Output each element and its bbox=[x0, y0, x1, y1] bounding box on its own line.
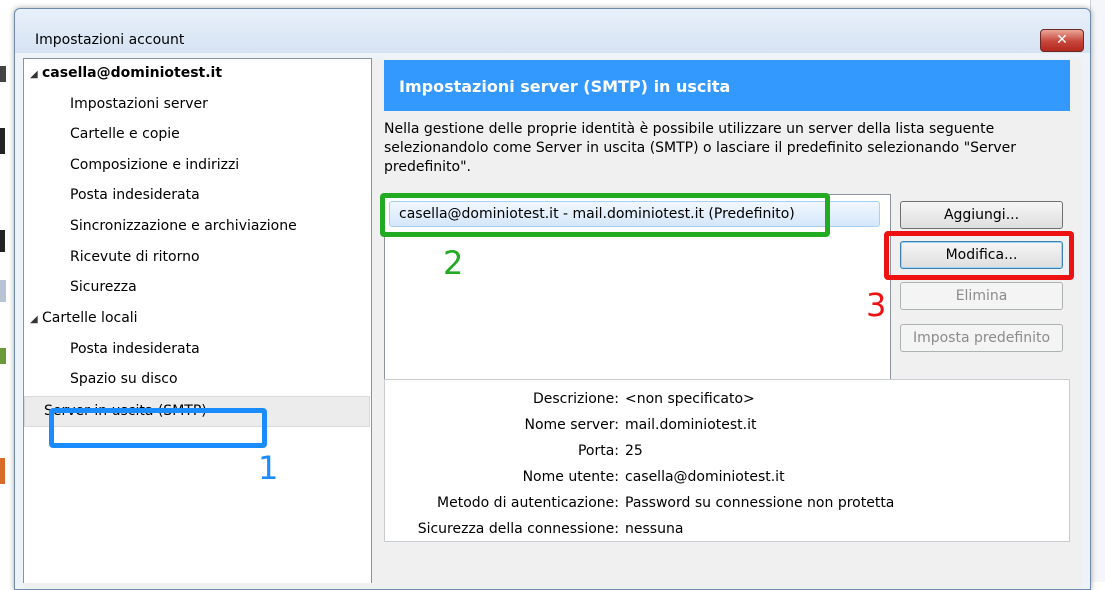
tree-account-node[interactable]: ◢ casella@dominiotest.it bbox=[30, 59, 222, 87]
background-fragment bbox=[0, 230, 5, 252]
detail-label: Descrizione: bbox=[532, 391, 619, 407]
detail-row-port: Porta: 25 bbox=[385, 438, 1071, 464]
add-button[interactable]: Aggiungi... bbox=[900, 201, 1063, 229]
annotation-box-1 bbox=[49, 408, 267, 448]
delete-button-label: Elimina bbox=[955, 288, 1008, 304]
detail-value: Password su connessione non protetta bbox=[625, 495, 895, 511]
tree-item-label: Ricevute di ritorno bbox=[70, 249, 200, 265]
detail-row-connection-security: Sicurezza della connessione: nessuna bbox=[385, 516, 1071, 542]
close-button[interactable]: ✕ bbox=[1040, 29, 1084, 52]
detail-value: 25 bbox=[625, 443, 643, 459]
tree-item-sync[interactable]: Sincronizzazione e archiviazione bbox=[70, 212, 297, 240]
title-bar: Impostazioni account ✕ bbox=[15, 9, 1090, 53]
background-fragment bbox=[0, 280, 6, 302]
tree-item-label: Composizione e indirizzi bbox=[70, 157, 240, 173]
expanded-arrow-icon[interactable]: ◢ bbox=[30, 61, 42, 89]
detail-value: casella@dominiotest.it bbox=[625, 469, 785, 485]
smtp-settings-panel: Impostazioni server (SMTP) in uscita Nel… bbox=[384, 60, 1077, 582]
tree-item-local-junk[interactable]: Posta indesiderata bbox=[70, 335, 200, 363]
set-default-button-label: Imposta predefinito bbox=[912, 330, 1051, 346]
tree-item-security[interactable]: Sicurezza bbox=[70, 273, 137, 301]
tree-item-label: Posta indesiderata bbox=[70, 187, 200, 203]
tree-item-composition[interactable]: Composizione e indirizzi bbox=[70, 151, 239, 179]
tree-item-label: Cartelle e copie bbox=[70, 126, 180, 142]
delete-button[interactable]: Elimina bbox=[900, 282, 1063, 310]
annotation-box-3 bbox=[884, 231, 1074, 280]
expanded-arrow-icon[interactable]: ◢ bbox=[30, 306, 42, 334]
account-tree[interactable]: ◢ casella@dominiotest.it Impostazioni ser… bbox=[23, 58, 372, 583]
tree-item-label: Sicurezza bbox=[70, 279, 137, 295]
tree-local-folders-node[interactable]: ◢ Cartelle locali bbox=[30, 304, 138, 332]
detail-value: nessuna bbox=[625, 521, 684, 537]
detail-label: Nome utente: bbox=[522, 469, 619, 485]
set-default-button[interactable]: Imposta predefinito bbox=[900, 324, 1063, 352]
add-button-label: Aggiungi... bbox=[943, 207, 1020, 223]
background-app-right bbox=[1090, 0, 1105, 582]
tree-item-label: Spazio su disco bbox=[70, 371, 178, 387]
tree-item-receipts[interactable]: Ricevute di ritorno bbox=[70, 243, 200, 271]
detail-row-username: Nome utente: casella@dominiotest.it bbox=[385, 464, 1071, 490]
tree-item-label: Impostazioni server bbox=[70, 96, 208, 112]
detail-value: <non specificato> bbox=[625, 391, 755, 407]
tree-account-label: casella@dominiotest.it bbox=[42, 65, 223, 81]
detail-value: mail.dominiotest.it bbox=[625, 417, 757, 433]
background-fragment bbox=[0, 128, 5, 154]
annotation-number-3: 3 bbox=[866, 286, 887, 324]
tree-item-label: Posta indesiderata bbox=[70, 341, 200, 357]
tree-item-disk-space[interactable]: Spazio su disco bbox=[70, 365, 178, 393]
annotation-number-1: 1 bbox=[258, 449, 279, 487]
panel-description: Nella gestione delle proprie identità è … bbox=[384, 121, 1017, 175]
detail-label: Nome server: bbox=[524, 417, 619, 433]
background-fragment bbox=[0, 348, 6, 364]
annotation-box-2 bbox=[380, 193, 830, 237]
tree-local-label: Cartelle locali bbox=[42, 310, 138, 326]
detail-row-description: Descrizione: <non specificato> bbox=[385, 386, 1071, 412]
server-details: Descrizione: <non specificato> Nome serv… bbox=[384, 379, 1070, 542]
close-icon: ✕ bbox=[1056, 32, 1068, 48]
annotation-number-2: 2 bbox=[443, 244, 464, 282]
detail-row-server-name: Nome server: mail.dominiotest.it bbox=[385, 412, 1071, 438]
detail-label: Sicurezza della connessione: bbox=[417, 521, 619, 537]
detail-label: Porta: bbox=[577, 443, 619, 459]
tree-item-junk[interactable]: Posta indesiderata bbox=[70, 181, 200, 209]
panel-header: Impostazioni server (SMTP) in uscita bbox=[384, 60, 1070, 111]
background-fragment bbox=[0, 458, 5, 484]
tree-item-folders-copies[interactable]: Cartelle e copie bbox=[70, 120, 180, 148]
window-title: Impostazioni account bbox=[35, 32, 185, 48]
tree-item-label: Sincronizzazione e archiviazione bbox=[70, 218, 297, 234]
detail-label: Metodo di autenticazione: bbox=[437, 495, 619, 511]
background-fragment bbox=[0, 66, 6, 82]
detail-row-auth-method: Metodo di autenticazione: Password su co… bbox=[385, 490, 1071, 516]
tree-item-server-settings[interactable]: Impostazioni server bbox=[70, 90, 208, 118]
